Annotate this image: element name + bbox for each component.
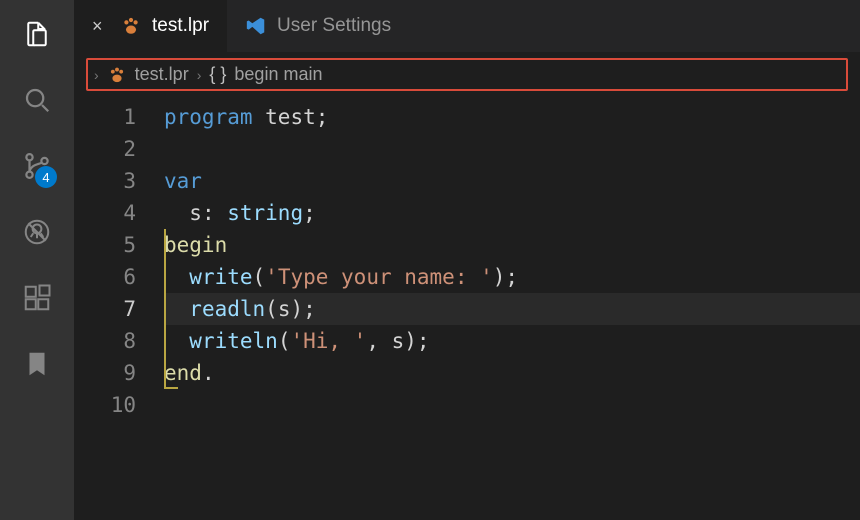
debug-icon[interactable]: [19, 214, 55, 250]
chevron-right-icon: ›: [94, 67, 99, 83]
activity-bar: 4: [0, 0, 74, 520]
code-line[interactable]: readln(s);: [164, 293, 860, 325]
line-number: 1: [74, 101, 136, 133]
line-number: 4: [74, 197, 136, 229]
line-number: 8: [74, 325, 136, 357]
breadcrumb-file[interactable]: test.lpr: [135, 64, 189, 85]
tab-user-settings[interactable]: User Settings: [227, 0, 409, 52]
extensions-icon[interactable]: [19, 280, 55, 316]
line-gutter: 12345678910: [74, 101, 164, 520]
code-line[interactable]: s: string;: [164, 197, 860, 229]
line-number: 9: [74, 357, 136, 389]
tab-label: test.lpr: [152, 15, 209, 37]
close-icon[interactable]: ×: [92, 16, 110, 37]
scm-badge: 4: [35, 166, 57, 188]
paw-icon: [120, 15, 142, 37]
code-line[interactable]: [164, 389, 860, 421]
explorer-icon[interactable]: [19, 16, 55, 52]
main-area: × test.lpr User Settings › test.lpr › { …: [74, 0, 860, 520]
tab-label: User Settings: [277, 15, 391, 37]
line-number: 10: [74, 389, 136, 421]
line-number: 6: [74, 261, 136, 293]
bookmark-icon[interactable]: [19, 346, 55, 382]
breadcrumb-symbol[interactable]: begin main: [234, 64, 322, 85]
line-number: 7: [74, 293, 136, 325]
braces-icon: { }: [209, 64, 226, 85]
code-line[interactable]: writeln('Hi, ', s);: [164, 325, 860, 357]
tab-bar: × test.lpr User Settings: [74, 0, 860, 52]
code-line[interactable]: program test;: [164, 101, 860, 133]
code-line[interactable]: end.: [164, 357, 860, 389]
line-number: 3: [74, 165, 136, 197]
tab-test-lpr[interactable]: × test.lpr: [74, 0, 227, 52]
line-number: 2: [74, 133, 136, 165]
code-line[interactable]: begin: [164, 229, 860, 261]
chevron-right-icon: ›: [197, 67, 202, 83]
source-control-icon[interactable]: 4: [19, 148, 55, 184]
code-line[interactable]: var: [164, 165, 860, 197]
line-number: 5: [74, 229, 136, 261]
search-icon[interactable]: [19, 82, 55, 118]
paw-icon: [107, 65, 127, 85]
code-line[interactable]: [164, 133, 860, 165]
code-editor[interactable]: 12345678910 program test; var s: string;b…: [74, 97, 860, 520]
vscode-icon: [245, 15, 267, 37]
breadcrumb[interactable]: › test.lpr › { } begin main: [86, 58, 848, 91]
code-area[interactable]: program test; var s: string;begin write('…: [164, 101, 860, 520]
code-line[interactable]: write('Type your name: ');: [164, 261, 860, 293]
